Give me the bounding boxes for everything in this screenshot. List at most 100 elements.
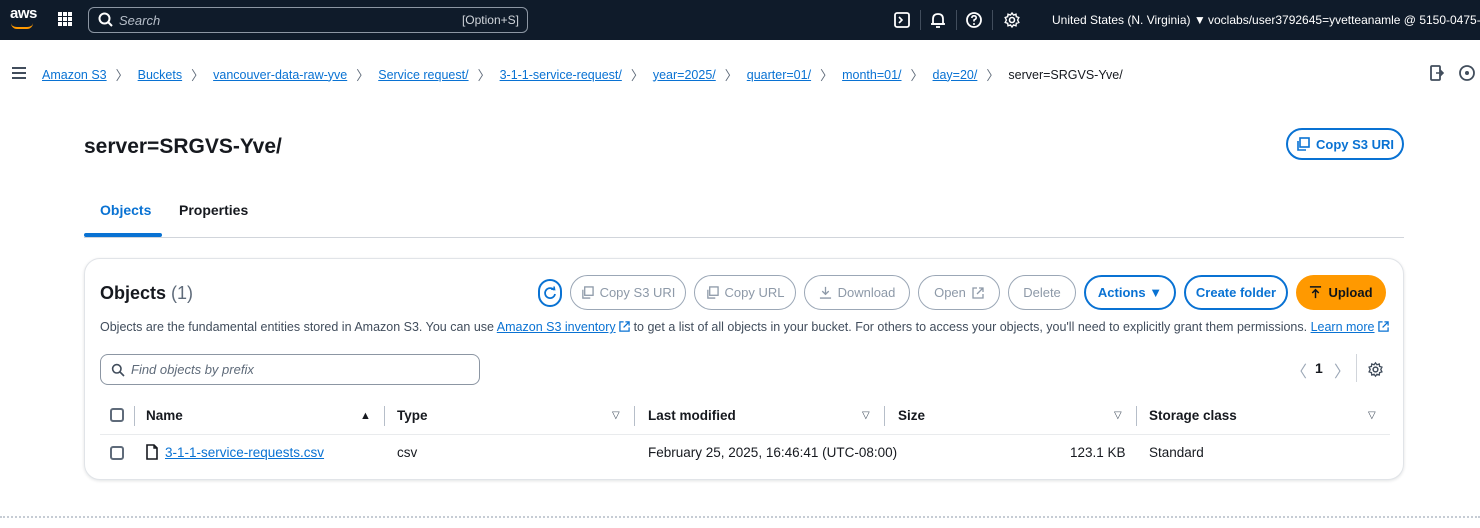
upload-button[interactable]: Upload <box>1296 275 1386 310</box>
object-type: csv <box>397 445 418 460</box>
breadcrumb-link[interactable]: 3-1-1-service-request/ <box>500 68 622 82</box>
column-divider <box>1136 406 1137 426</box>
breadcrumb-link[interactable]: Buckets <box>138 68 182 82</box>
breadcrumb-separator-icon: 〉 <box>820 68 834 83</box>
sort-icon[interactable]: ▽ <box>1114 410 1122 421</box>
external-link-icon <box>619 321 630 332</box>
page-title: server=SRGVS-Yve/ <box>84 135 282 158</box>
services-grid-icon[interactable] <box>58 12 72 26</box>
object-name-link[interactable]: 3-1-1-service-requests.csv <box>165 445 324 460</box>
cloudshell-icon[interactable] <box>893 11 911 29</box>
column-header-type[interactable]: Type <box>397 408 428 423</box>
row-checkbox[interactable] <box>110 446 124 460</box>
upload-icon <box>1310 286 1322 299</box>
download-button[interactable]: Download <box>804 275 910 310</box>
s3-inventory-link[interactable]: Amazon S3 inventory <box>497 320 616 334</box>
sort-icon[interactable]: ▽ <box>612 410 620 421</box>
column-header-last-modified[interactable]: Last modified <box>648 408 736 423</box>
breadcrumb-separator-icon: 〉 <box>724 68 738 83</box>
search-shortcut: [Option+S] <box>461 13 519 27</box>
objects-panel-title: Objects (1) <box>100 283 193 304</box>
filter-bar[interactable] <box>100 354 480 385</box>
delete-label: Delete <box>1023 285 1061 300</box>
preferences-gear-icon[interactable] <box>1367 361 1384 378</box>
open-button[interactable]: Open <box>918 275 1000 310</box>
aws-smile-icon <box>11 23 33 29</box>
info-panel-icon[interactable] <box>1458 64 1476 82</box>
search-icon <box>111 363 125 377</box>
external-link-icon <box>1378 321 1389 332</box>
tabs-divider <box>84 237 1404 238</box>
description-text: to get a list of all objects in your buc… <box>630 320 1311 334</box>
tab-objects[interactable]: Objects <box>100 202 151 218</box>
aws-logo[interactable]: aws <box>10 5 37 34</box>
search-input[interactable] <box>119 12 449 28</box>
copy-url-label: Copy URL <box>724 285 785 300</box>
bell-icon[interactable] <box>929 11 947 29</box>
region-selector[interactable]: United States (N. Virginia) ▼ <box>1052 13 1206 27</box>
sort-icon[interactable]: ▽ <box>1368 410 1376 421</box>
create-folder-label: Create folder <box>1195 285 1277 300</box>
current-page[interactable]: 1 <box>1315 360 1323 376</box>
actions-label: Actions ▼ <box>1097 285 1163 300</box>
nav-divider <box>920 10 921 30</box>
refresh-icon <box>544 286 556 299</box>
open-label: Open <box>934 285 966 300</box>
column-divider <box>884 406 885 426</box>
download-icon <box>819 286 831 299</box>
aws-logo-text: aws <box>10 5 37 22</box>
objects-title-text: Objects <box>100 283 167 303</box>
breadcrumb-separator-icon: 〉 <box>115 68 129 83</box>
previous-page-button[interactable]: 〈 <box>1291 358 1307 382</box>
header-divider <box>100 434 1390 435</box>
menu-icon[interactable] <box>12 67 26 79</box>
find-objects-input[interactable] <box>131 362 461 377</box>
pager-divider <box>1356 354 1357 382</box>
copy-s3-uri-header-button[interactable]: Copy S3 URI <box>1286 128 1404 160</box>
next-page-button[interactable]: 〉 <box>1334 358 1350 382</box>
breadcrumb-link[interactable]: day=20/ <box>933 68 978 82</box>
breadcrumb-separator-icon: 〉 <box>910 68 924 83</box>
external-link-icon <box>972 286 984 299</box>
breadcrumb-link[interactable]: Service request/ <box>378 68 468 82</box>
create-folder-button[interactable]: Create folder <box>1184 275 1288 310</box>
notifications-panel-icon[interactable] <box>1428 64 1446 82</box>
object-last-modified: February 25, 2025, 16:46:41 (UTC-08:00) <box>648 445 898 460</box>
copy-url-button[interactable]: Copy URL <box>694 275 796 310</box>
help-icon[interactable] <box>965 11 983 29</box>
refresh-button[interactable] <box>538 279 562 307</box>
objects-description: Objects are the fundamental entities sto… <box>100 320 1389 334</box>
breadcrumb-link[interactable]: Amazon S3 <box>42 68 107 82</box>
nav-divider <box>956 10 957 30</box>
sort-icon[interactable]: ▽ <box>862 410 870 421</box>
copy-s3-uri-header-label: Copy S3 URI <box>1315 136 1394 152</box>
copy-s3-uri-label: Copy S3 URI <box>599 285 676 300</box>
delete-button[interactable]: Delete <box>1008 275 1076 310</box>
select-all-checkbox[interactable] <box>110 408 124 422</box>
breadcrumb-link[interactable]: quarter=01/ <box>747 68 811 82</box>
file-icon <box>146 444 158 460</box>
breadcrumb-current: server=SRGVS-Yve/ <box>1008 67 1123 82</box>
breadcrumb-separator-icon: 〉 <box>356 68 370 83</box>
breadcrumb-link[interactable]: year=2025/ <box>653 68 716 82</box>
copy-icon <box>581 286 594 299</box>
search-bar[interactable]: [Option+S] <box>88 7 528 33</box>
column-header-size[interactable]: Size <box>898 408 925 423</box>
copy-icon <box>1297 137 1310 151</box>
column-header-name[interactable]: Name <box>146 408 183 423</box>
breadcrumb-separator-icon: 〉 <box>630 68 644 83</box>
tab-properties[interactable]: Properties <box>179 202 248 218</box>
actions-dropdown-button[interactable]: Actions ▼ <box>1084 275 1176 310</box>
nav-divider <box>992 10 993 30</box>
learn-more-link[interactable]: Learn more <box>1311 320 1375 334</box>
breadcrumb-separator-icon: 〉 <box>191 68 205 83</box>
settings-icon[interactable] <box>1003 11 1021 29</box>
upload-label: Upload <box>1328 285 1373 300</box>
account-menu[interactable]: voclabs/user3792645=yvetteanamle @ 5150-… <box>1208 13 1480 27</box>
breadcrumb: Amazon S3 〉 Buckets 〉 vancouver-data-raw-y… <box>42 65 1123 84</box>
sort-ascending-icon[interactable]: ▲ <box>360 410 371 422</box>
copy-s3-uri-button[interactable]: Copy S3 URI <box>570 275 686 310</box>
column-header-storage-class[interactable]: Storage class <box>1149 408 1237 423</box>
breadcrumb-link[interactable]: month=01/ <box>842 68 901 82</box>
breadcrumb-link[interactable]: vancouver-data-raw-yve <box>213 68 347 82</box>
